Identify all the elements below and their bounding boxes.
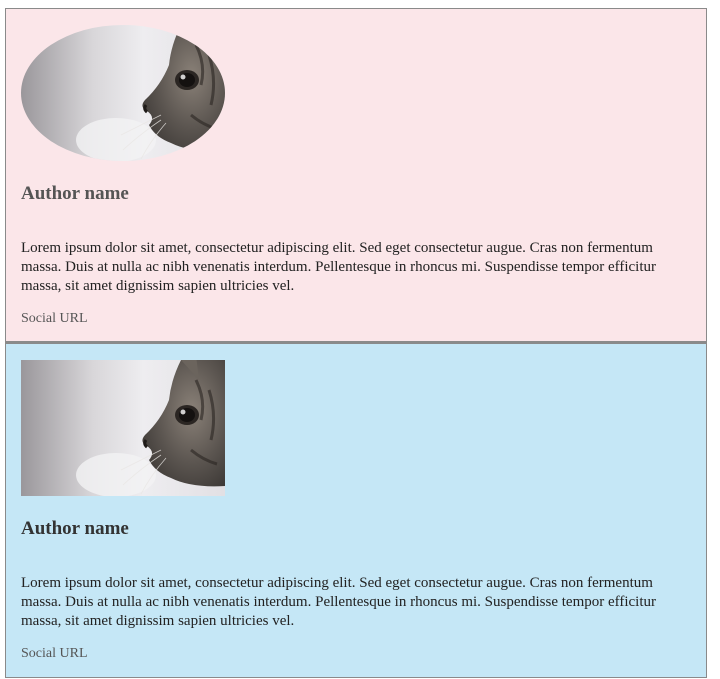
author-card: Author name Lorem ipsum dolor sit amet, … (5, 342, 707, 678)
author-name: Author name (21, 183, 129, 204)
author-card: Author name Lorem ipsum dolor sit amet, … (5, 8, 707, 342)
author-name: Author name (21, 518, 129, 539)
author-bio: Lorem ipsum dolor sit amet, consectetur … (21, 240, 657, 294)
author-card-list: Author name Lorem ipsum dolor sit amet, … (5, 8, 707, 678)
social-url-link[interactable]: Social URL (21, 646, 88, 662)
author-bio: Lorem ipsum dolor sit amet, consectetur … (21, 575, 657, 629)
author-avatar-image (21, 360, 225, 496)
social-url-link[interactable]: Social URL (21, 311, 88, 327)
author-avatar-image (21, 25, 225, 161)
